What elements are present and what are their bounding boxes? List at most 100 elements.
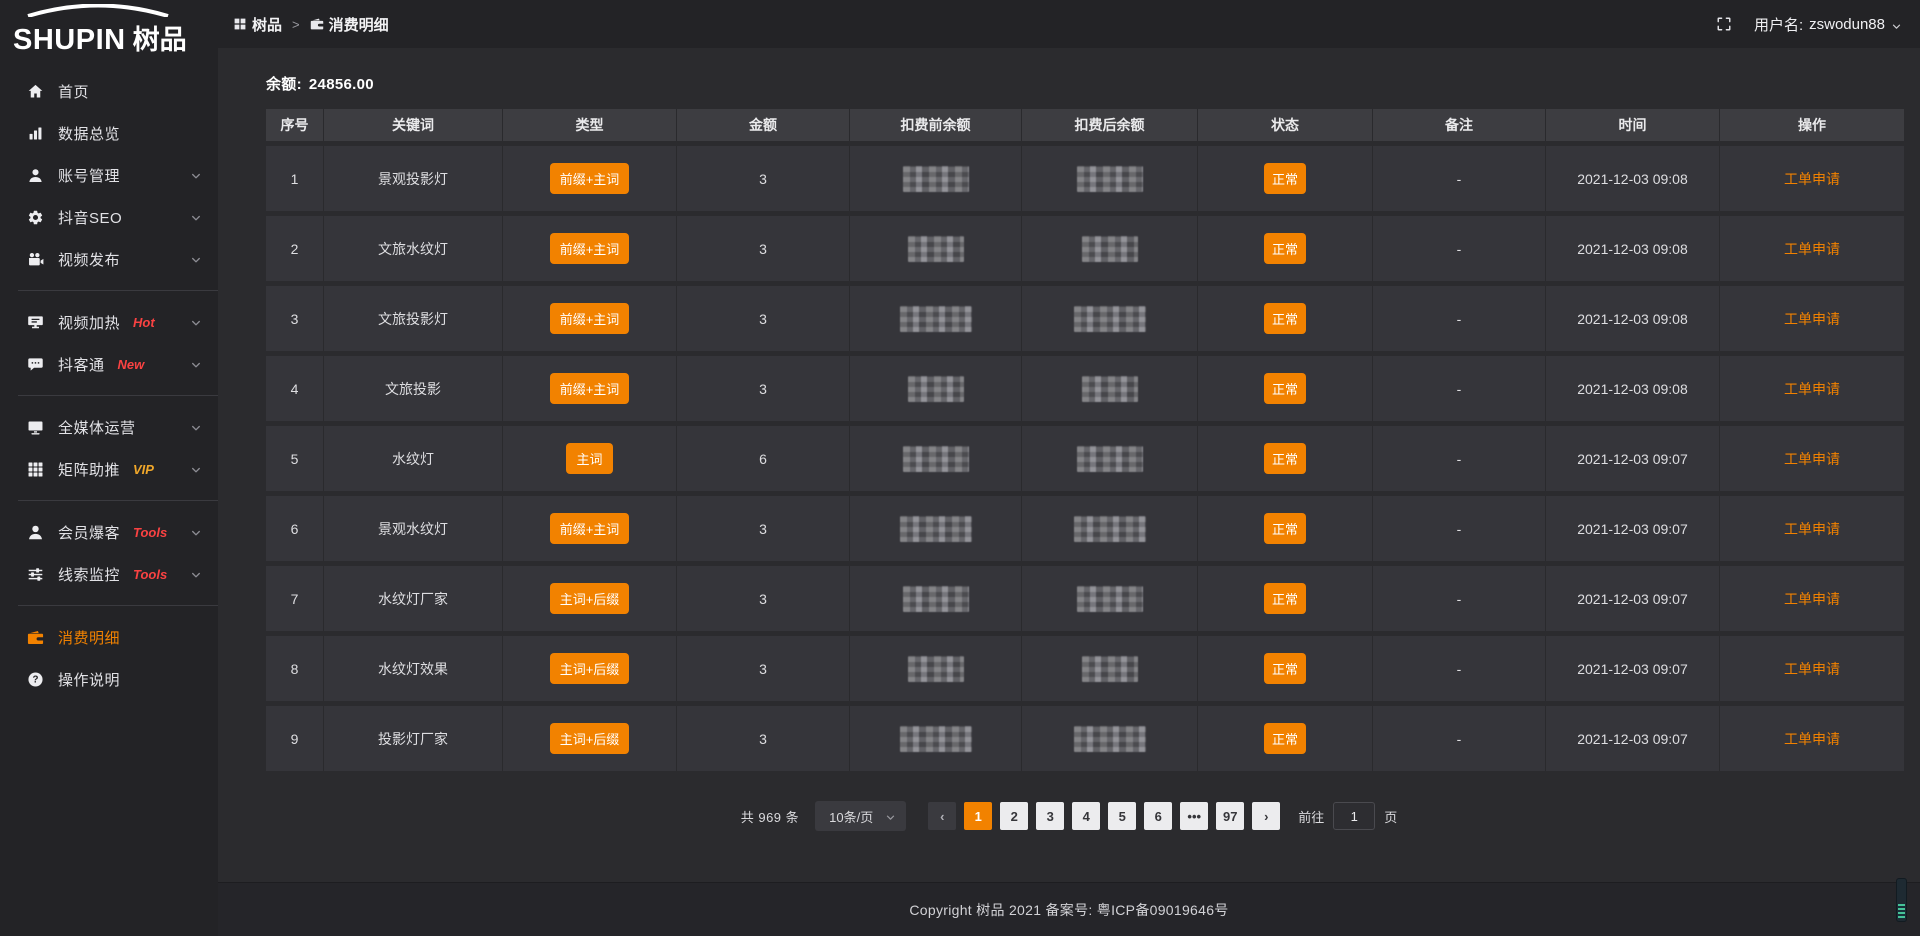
work-order-link[interactable]: 工单申请 bbox=[1784, 379, 1840, 399]
cell-balance-after bbox=[1022, 216, 1198, 281]
member-icon bbox=[27, 524, 44, 541]
sidebar-item-member-customer[interactable]: 会员爆客Tools bbox=[0, 511, 218, 553]
sidebar-item-douketong[interactable]: 抖客通 New bbox=[0, 343, 218, 385]
column-header: 备注 bbox=[1373, 109, 1546, 141]
type-badge: 前缀+主词 bbox=[550, 233, 630, 264]
sidebar-item-label: 账号管理 bbox=[58, 165, 120, 186]
page-button-97[interactable]: 97 bbox=[1216, 802, 1244, 830]
brand-logo: SHUPIN树品 bbox=[0, 0, 218, 60]
cell-balance-after bbox=[1022, 496, 1198, 561]
work-order-link[interactable]: 工单申请 bbox=[1784, 659, 1840, 679]
sidebar-item-operation-guide[interactable]: ?操作说明 bbox=[0, 658, 218, 700]
cell-remark: - bbox=[1373, 426, 1546, 491]
masked-balance-before bbox=[900, 516, 972, 542]
masked-balance-after bbox=[1082, 236, 1138, 262]
cell-keyword: 景观水纹灯 bbox=[324, 496, 503, 561]
work-order-link[interactable]: 工单申请 bbox=[1784, 449, 1840, 469]
chevron-down-icon bbox=[190, 211, 202, 223]
masked-balance-before bbox=[908, 236, 964, 262]
page-button-1[interactable]: 1 bbox=[964, 802, 992, 830]
cell-amount: 3 bbox=[677, 146, 850, 211]
sidebar-item-data-overview[interactable]: 数据总览 bbox=[0, 112, 218, 154]
cell-remark: - bbox=[1373, 706, 1546, 771]
status-badge: 正常 bbox=[1264, 653, 1306, 684]
work-order-link[interactable]: 工单申请 bbox=[1784, 309, 1840, 329]
cell-type: 前缀+主词 bbox=[503, 286, 677, 351]
heat-icon bbox=[27, 314, 44, 331]
video-icon bbox=[27, 251, 44, 268]
table-row: 7水纹灯厂家主词+后缀3正常-2021-12-03 09:07工单申请 bbox=[266, 566, 1904, 631]
goto-page-input[interactable] bbox=[1333, 802, 1375, 830]
sidebar-item-badge: New bbox=[118, 357, 145, 372]
cell-no: 3 bbox=[266, 286, 324, 351]
sidebar-item-label: 抖音SEO bbox=[58, 207, 122, 228]
work-order-link[interactable]: 工单申请 bbox=[1784, 589, 1840, 609]
cell-keyword: 水纹灯 bbox=[324, 426, 503, 491]
ellipsis-button[interactable]: ••• bbox=[1180, 802, 1208, 830]
sidebar-menu: 首页数据总览账号管理抖音SEO视频发布视频加热Hot抖客通New全媒体运营矩阵助… bbox=[0, 60, 218, 936]
cell-remark: - bbox=[1373, 286, 1546, 351]
sidebar-item-douyin-seo[interactable]: 抖音SEO bbox=[0, 196, 218, 238]
masked-balance-after bbox=[1082, 376, 1138, 402]
balance-value: 24856.00 bbox=[309, 76, 374, 93]
page-button-5[interactable]: 5 bbox=[1108, 802, 1136, 830]
masked-balance-before bbox=[908, 656, 964, 682]
cell-time: 2021-12-03 09:07 bbox=[1546, 636, 1720, 701]
app-window: SHUPIN树品 首页数据总览账号管理抖音SEO 视频发布视频加热Hot 抖客通 Ne… bbox=[0, 0, 1920, 936]
wallet-icon bbox=[310, 17, 324, 31]
column-header: 金额 bbox=[677, 109, 850, 141]
work-order-link[interactable]: 工单申请 bbox=[1784, 169, 1840, 189]
chart-icon bbox=[27, 125, 44, 142]
breadcrumb: 树品 > 消费明细 bbox=[233, 14, 389, 35]
cell-no: 6 bbox=[266, 496, 324, 561]
column-header: 类型 bbox=[503, 109, 677, 141]
cell-amount: 3 bbox=[677, 636, 850, 701]
sidebar-divider bbox=[18, 500, 218, 501]
widget-stripes bbox=[1898, 904, 1905, 919]
chevron-down-icon bbox=[190, 463, 202, 475]
fullscreen-icon[interactable] bbox=[1716, 16, 1732, 32]
chevron-down-icon bbox=[190, 358, 202, 370]
next-page-button[interactable]: › bbox=[1252, 802, 1280, 830]
page-size-value: 10条/页 bbox=[829, 807, 873, 826]
breadcrumb-item-consume-detail[interactable]: 消费明细 bbox=[329, 14, 389, 35]
sidebar-item-video-heating[interactable]: 视频加热Hot bbox=[0, 301, 218, 343]
sidebar-item-consume-detail[interactable]: 消费明细 bbox=[0, 616, 218, 658]
breadcrumb-item-shupin[interactable]: 树品 bbox=[252, 14, 282, 35]
chat-icon bbox=[27, 356, 44, 373]
work-order-link[interactable]: 工单申请 bbox=[1784, 729, 1840, 749]
sidebar-item-home[interactable]: 首页 bbox=[0, 70, 218, 112]
user-menu[interactable]: 用户名: zswodun88 bbox=[1754, 14, 1902, 35]
floating-scroll-widget[interactable] bbox=[1896, 878, 1907, 922]
cell-balance-after bbox=[1022, 286, 1198, 351]
cell-remark: - bbox=[1373, 566, 1546, 631]
prev-page-button[interactable]: ‹ bbox=[928, 802, 956, 830]
page-size-select[interactable]: 10条/页 bbox=[815, 801, 906, 831]
sidebar-item-label: 矩阵助推 bbox=[58, 459, 120, 480]
page-button-6[interactable]: 6 bbox=[1144, 802, 1172, 830]
sidebar-item-label: 抖客通 bbox=[58, 354, 105, 375]
sidebar-item-account-management[interactable]: 账号管理 bbox=[0, 154, 218, 196]
sidebar-item-video-publish[interactable]: 视频发布 bbox=[0, 238, 218, 280]
status-badge: 正常 bbox=[1264, 513, 1306, 544]
footer: Copyright 树品 2021 备案号: 粤ICP备09019646号 bbox=[218, 882, 1920, 936]
page-button-2[interactable]: 2 bbox=[1000, 802, 1028, 830]
cell-time: 2021-12-03 09:08 bbox=[1546, 286, 1720, 351]
username-value: zswodun88 bbox=[1809, 16, 1885, 33]
work-order-link[interactable]: 工单申请 bbox=[1784, 519, 1840, 539]
cell-action: 工单申请 bbox=[1720, 216, 1904, 281]
sidebar-item-matrix-boost[interactable]: 矩阵助推VIP bbox=[0, 448, 218, 490]
cell-type: 前缀+主词 bbox=[503, 356, 677, 421]
cell-type: 主词+后缀 bbox=[503, 706, 677, 771]
page-button-3[interactable]: 3 bbox=[1036, 802, 1064, 830]
gear-icon bbox=[27, 209, 44, 226]
page-button-4[interactable]: 4 bbox=[1072, 802, 1100, 830]
table-row: 9投影灯厂家主词+后缀3正常-2021-12-03 09:07工单申请 bbox=[266, 706, 1904, 771]
balance-label: 余额: bbox=[266, 76, 302, 93]
sidebar-item-all-media-operation[interactable]: 全媒体运营 bbox=[0, 406, 218, 448]
work-order-link[interactable]: 工单申请 bbox=[1784, 239, 1840, 259]
sidebar-item-label: 数据总览 bbox=[58, 123, 120, 144]
sidebar-item-clue-monitor[interactable]: 线索监控Tools bbox=[0, 553, 218, 595]
cell-keyword: 文旅投影灯 bbox=[324, 286, 503, 351]
cell-balance-after bbox=[1022, 636, 1198, 701]
